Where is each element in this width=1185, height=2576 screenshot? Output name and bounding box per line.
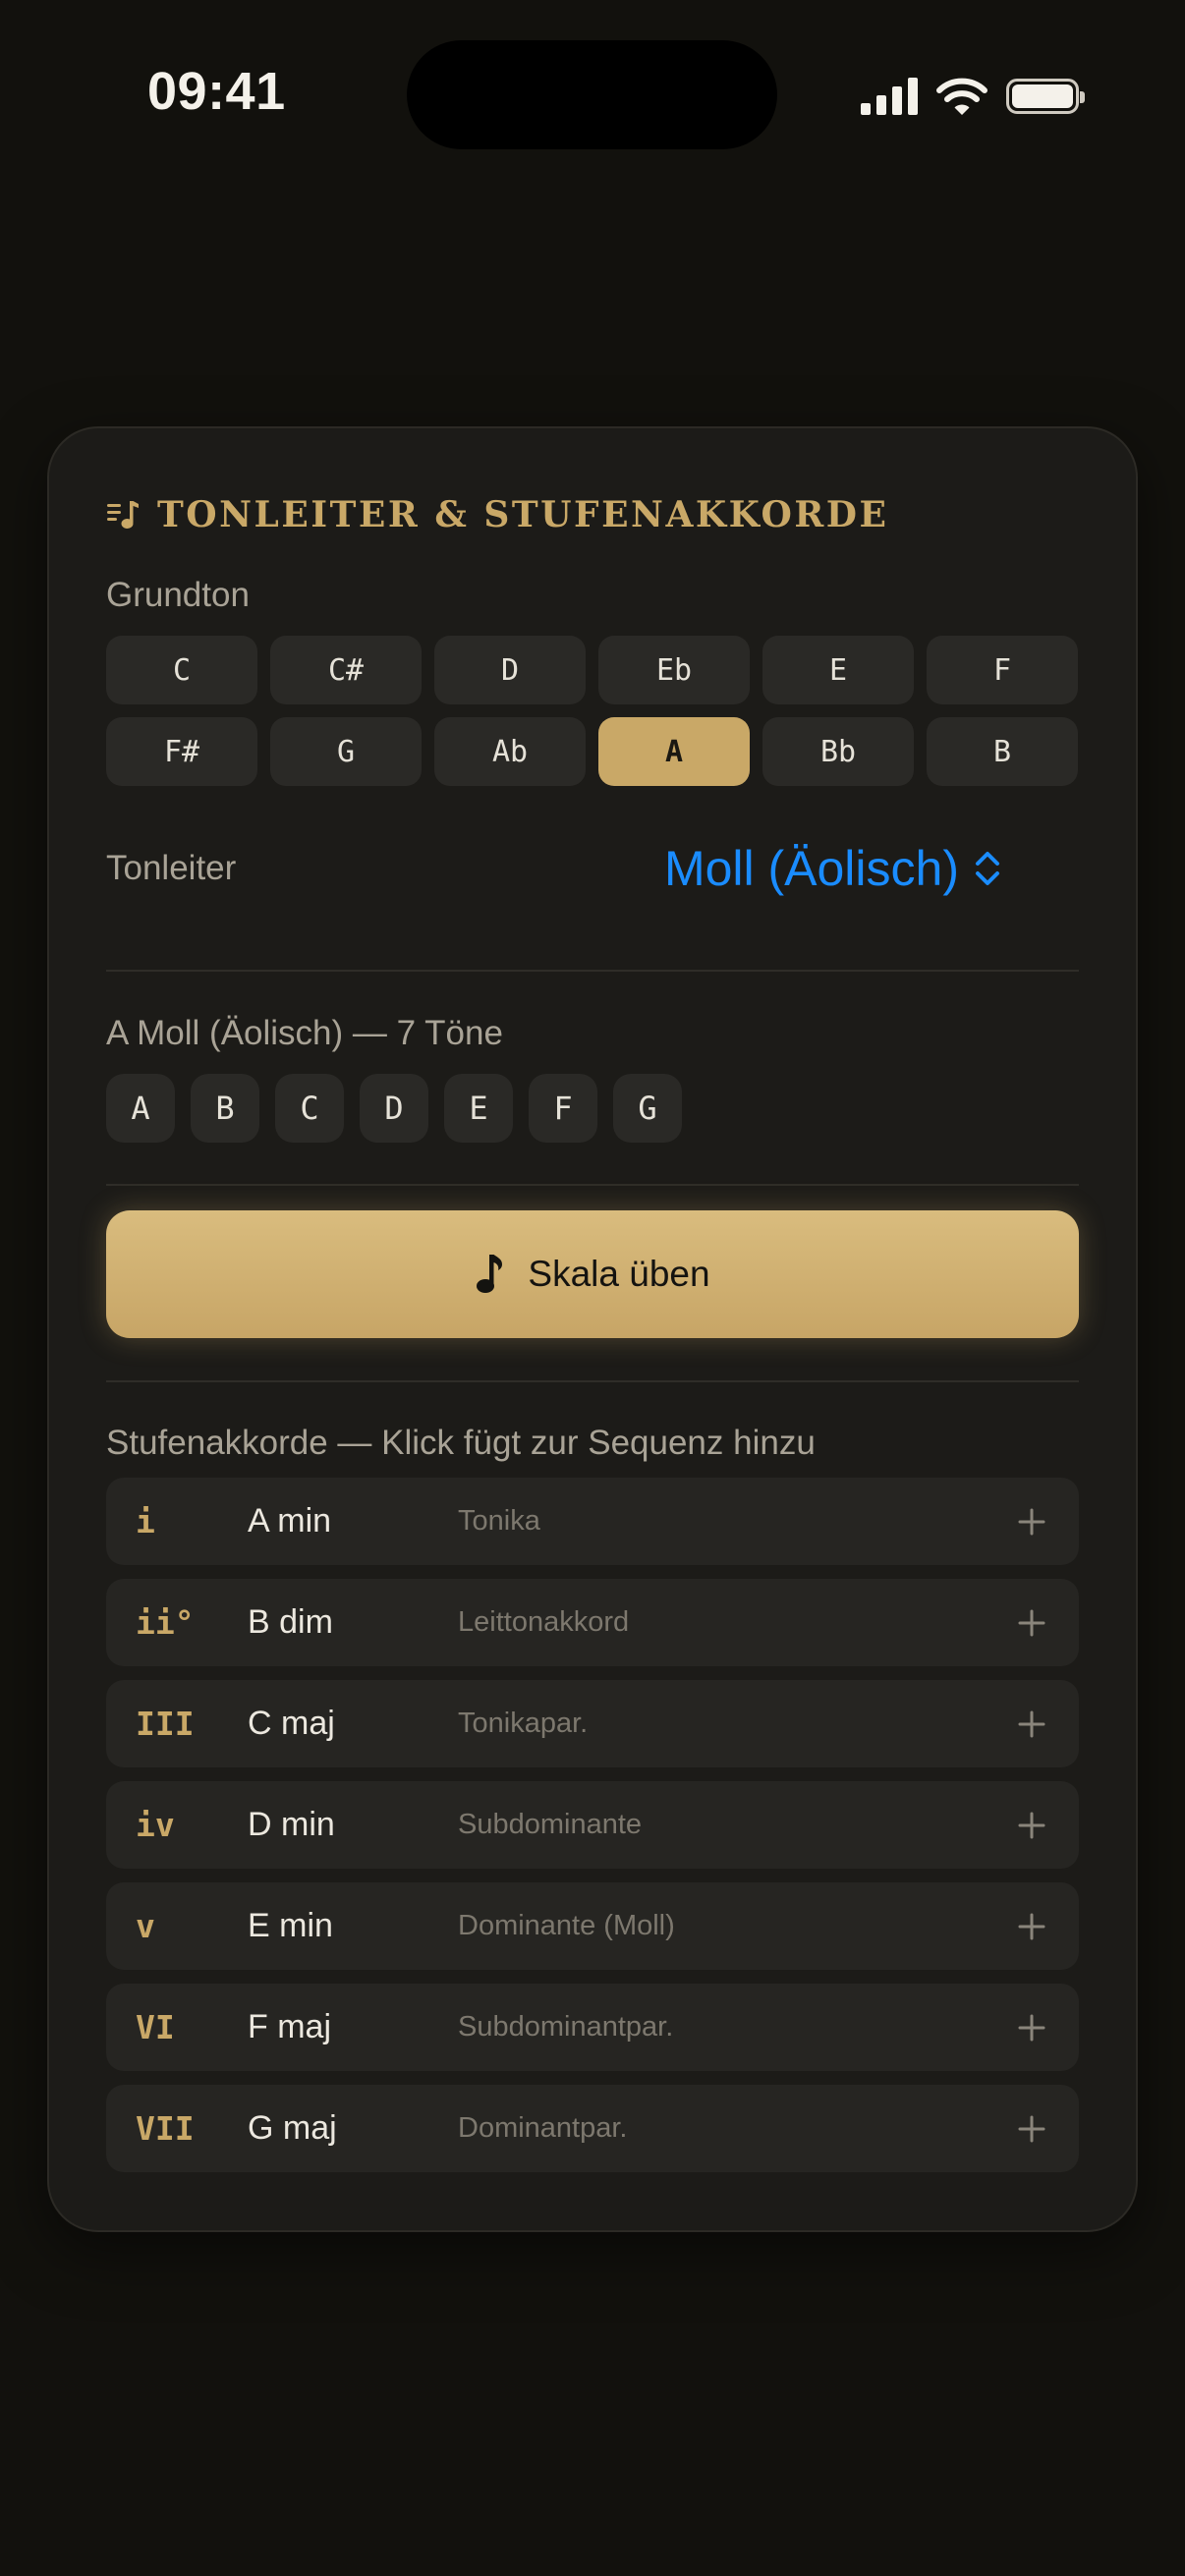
plus-icon <box>1018 1710 1045 1737</box>
chord-function: Dominante (Moll) <box>458 1910 675 1941</box>
chord-name: B dim <box>248 1603 333 1641</box>
chord-name: G maj <box>248 2109 337 2147</box>
key-button-f[interactable]: F <box>927 636 1078 704</box>
chord-list: i A min Tonika ii° B dim Leittonakkord I… <box>106 1478 1079 2172</box>
chord-degree: III <box>136 1705 195 1743</box>
root-label: Grundton <box>106 576 250 614</box>
add-chord-button[interactable] <box>1012 1478 1051 1565</box>
battery-cap <box>1080 91 1085 103</box>
note-pill: A <box>106 1074 175 1143</box>
key-button-e-flat[interactable]: Eb <box>598 636 750 704</box>
key-button-c[interactable]: C <box>106 636 257 704</box>
scale-picker[interactable]: Moll (Äolisch) <box>664 840 1002 897</box>
plus-icon <box>1018 1812 1045 1838</box>
chord-function: Dominantpar. <box>458 2112 628 2144</box>
add-chord-button[interactable] <box>1012 1579 1051 1666</box>
battery-level <box>1012 84 1073 108</box>
dynamic-island <box>407 40 777 149</box>
status-icons <box>861 73 1085 120</box>
chord-function: Subdominante <box>458 1809 643 1840</box>
scale-notes: A B C D E F G <box>106 1074 1079 1143</box>
scale-card: TONLEITER & STUFENAKKORDE Grundton C C# … <box>47 426 1138 2232</box>
plus-icon <box>1018 2115 1045 2142</box>
scale-summary: A Moll (Äolisch) — 7 Töne <box>106 1014 503 1052</box>
plus-icon <box>1018 1609 1045 1636</box>
chord-row[interactable]: ii° B dim Leittonakkord <box>106 1579 1079 1666</box>
chord-degree: iv <box>136 1806 175 1844</box>
app-screen: 09:41 TONLEITER & STUFENAKKORDE Grundton… <box>0 0 1185 2576</box>
chord-function: Tonika <box>458 1505 540 1537</box>
key-button-a-flat[interactable]: Ab <box>434 717 586 786</box>
chord-name: F maj <box>248 2008 331 2045</box>
card-header: TONLEITER & STUFENAKKORDE <box>106 487 1079 542</box>
key-button-a-selected[interactable]: A <box>598 717 750 786</box>
plus-icon <box>1018 1913 1045 1939</box>
chord-row[interactable]: v E min Dominante (Moll) <box>106 1882 1079 1970</box>
divider <box>106 1184 1079 1186</box>
chords-label: Stufenakkorde — Klick fügt zur Sequenz h… <box>106 1424 816 1462</box>
divider <box>106 1380 1079 1382</box>
key-button-c-sharp[interactable]: C# <box>270 636 422 704</box>
key-button-f-sharp[interactable]: F# <box>106 717 257 786</box>
key-button-d[interactable]: D <box>434 636 586 704</box>
practice-button-label: Skala üben <box>528 1254 710 1294</box>
chord-name: A min <box>248 1502 332 1540</box>
add-chord-button[interactable] <box>1012 2085 1051 2172</box>
chord-name: C maj <box>248 1705 335 1742</box>
chevron-up-down-icon <box>976 852 999 885</box>
card-title: TONLEITER & STUFENAKKORDE <box>157 494 889 535</box>
scale-label: Tonleiter <box>106 849 237 887</box>
practice-scale-button[interactable]: Skala üben <box>106 1210 1079 1338</box>
cellular-signal-icon <box>861 78 918 115</box>
chord-row[interactable]: III C maj Tonikapar. <box>106 1680 1079 1767</box>
note-pill: D <box>360 1074 428 1143</box>
wifi-icon <box>936 78 988 115</box>
chord-degree: VII <box>136 2109 195 2148</box>
note-pill: F <box>529 1074 597 1143</box>
plus-icon <box>1018 2014 1045 2041</box>
key-button-b-flat[interactable]: Bb <box>762 717 914 786</box>
status-time: 09:41 <box>147 62 286 121</box>
note-pill: G <box>613 1074 682 1143</box>
chord-name: E min <box>248 1907 333 1944</box>
chord-row[interactable]: VII G maj Dominantpar. <box>106 2085 1079 2172</box>
key-button-e[interactable]: E <box>762 636 914 704</box>
add-chord-button[interactable] <box>1012 1680 1051 1767</box>
chord-function: Subdominantpar. <box>458 2011 674 2043</box>
key-button-g[interactable]: G <box>270 717 422 786</box>
music-note-icon <box>477 1255 503 1293</box>
divider <box>106 970 1079 972</box>
add-chord-button[interactable] <box>1012 1781 1051 1869</box>
add-chord-button[interactable] <box>1012 1882 1051 1970</box>
root-key-grid: C C# D Eb E F F# G Ab A Bb B <box>106 636 1079 786</box>
chord-function: Leittonakkord <box>458 1606 630 1638</box>
note-pill: C <box>275 1074 344 1143</box>
chord-degree: v <box>136 1907 155 1945</box>
chord-name: D min <box>248 1806 335 1843</box>
scale-row: Tonleiter Moll (Äolisch) <box>106 819 1079 918</box>
add-chord-button[interactable] <box>1012 1984 1051 2071</box>
note-pill: E <box>444 1074 513 1143</box>
battery-icon <box>1006 79 1085 114</box>
scale-picker-value: Moll (Äolisch) <box>663 841 959 896</box>
chord-row[interactable]: i A min Tonika <box>106 1478 1079 1565</box>
chord-degree: VI <box>136 2008 175 2046</box>
music-list-icon <box>107 501 139 529</box>
chord-row[interactable]: iv D min Subdominante <box>106 1781 1079 1869</box>
plus-icon <box>1018 1508 1045 1535</box>
note-pill: B <box>191 1074 259 1143</box>
chord-row[interactable]: VI F maj Subdominantpar. <box>106 1984 1079 2071</box>
chord-degree: ii° <box>136 1603 195 1642</box>
chord-function: Tonikapar. <box>458 1708 589 1739</box>
key-button-b[interactable]: B <box>927 717 1078 786</box>
chord-degree: i <box>136 1502 155 1540</box>
